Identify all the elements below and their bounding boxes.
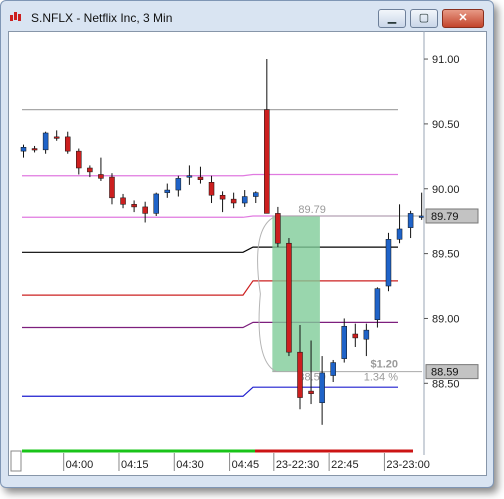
candle-body[interactable] [120, 197, 126, 205]
price-tick-label: 89.50 [432, 249, 460, 261]
candle-body[interactable] [208, 182, 215, 196]
candle-body[interactable] [20, 146, 27, 152]
candle-body[interactable] [153, 193, 159, 214]
candle-body[interactable] [319, 372, 325, 404]
candle-body[interactable] [352, 333, 359, 339]
candle-body[interactable] [363, 329, 370, 340]
candle-body[interactable] [53, 136, 60, 139]
level-line-blue [22, 386, 398, 397]
candlestick-chart[interactable]: 89.79 88.59 $1.201.34 % 91.00 90.50 90.00 89.… [0, 0, 504, 499]
candle-body[interactable] [42, 132, 49, 151]
time-tick-label: 04:30 [176, 459, 204, 471]
price-axis: 91.00 90.50 90.00 89.50 89.00 88.50 89.79 88.59 [423, 31, 479, 455]
candle-body[interactable] [396, 228, 403, 240]
candle-body[interactable] [286, 242, 292, 353]
candle-body[interactable] [219, 194, 226, 200]
price-tick-label: 90.00 [432, 184, 460, 196]
candle-body[interactable] [142, 206, 148, 214]
candle-body[interactable] [407, 213, 414, 228]
time-axis: 04:00 04:15 04:30 04:45 23-22:30 22:45 23-23:0… [10, 449, 430, 472]
time-tick-label: 04:15 [121, 459, 149, 471]
measure-high-label: 89.79 [298, 204, 326, 216]
price-marker-label: 89.79 [431, 211, 459, 223]
candle-body[interactable] [374, 288, 381, 321]
level-line-pink [22, 173, 398, 177]
candle-body[interactable] [76, 150, 82, 169]
candle-body[interactable] [109, 176, 115, 199]
time-tick-label: 23-22:30 [276, 459, 319, 471]
scroll-corner-box[interactable] [10, 450, 22, 472]
time-tick-label: 22:45 [331, 459, 359, 471]
candle-body[interactable] [230, 198, 237, 204]
price-tick-label: 90.50 [432, 119, 460, 131]
candle-body[interactable] [264, 109, 270, 214]
level-line-black [22, 246, 398, 253]
time-tick-label: 04:00 [66, 459, 94, 471]
candle-body[interactable] [297, 351, 303, 398]
candle-body[interactable] [308, 390, 314, 394]
candle-body[interactable] [341, 325, 347, 359]
time-tick-label: 04:45 [232, 459, 260, 471]
candle-body[interactable] [418, 215, 425, 218]
candle-body[interactable] [241, 196, 248, 204]
candle-body[interactable] [98, 174, 104, 179]
candle-body[interactable] [131, 204, 137, 208]
candle-body[interactable] [330, 362, 336, 376]
price-marker-label: 88.59 [431, 367, 459, 379]
measure-percent-label: 1.34 % [364, 372, 398, 384]
price-tick-label: 91.00 [432, 54, 460, 66]
candle-body[interactable] [275, 213, 281, 244]
candle-body[interactable] [64, 136, 71, 152]
level-line-red [22, 280, 398, 296]
candles [20, 59, 425, 425]
price-tick-label: 88.50 [432, 378, 460, 390]
candle-body[interactable] [186, 175, 193, 178]
price-tick-label: 89.00 [432, 313, 460, 325]
time-tick-label: 23-23:00 [386, 459, 429, 471]
candle-body[interactable] [253, 192, 259, 197]
candle-body[interactable] [164, 189, 171, 193]
candle-body[interactable] [31, 148, 38, 151]
measure-change-label: $1.20 [370, 359, 398, 371]
candle-body[interactable] [87, 167, 93, 173]
candle-body[interactable] [385, 239, 392, 287]
candle-body[interactable] [197, 176, 204, 180]
candle-body[interactable] [175, 178, 182, 191]
